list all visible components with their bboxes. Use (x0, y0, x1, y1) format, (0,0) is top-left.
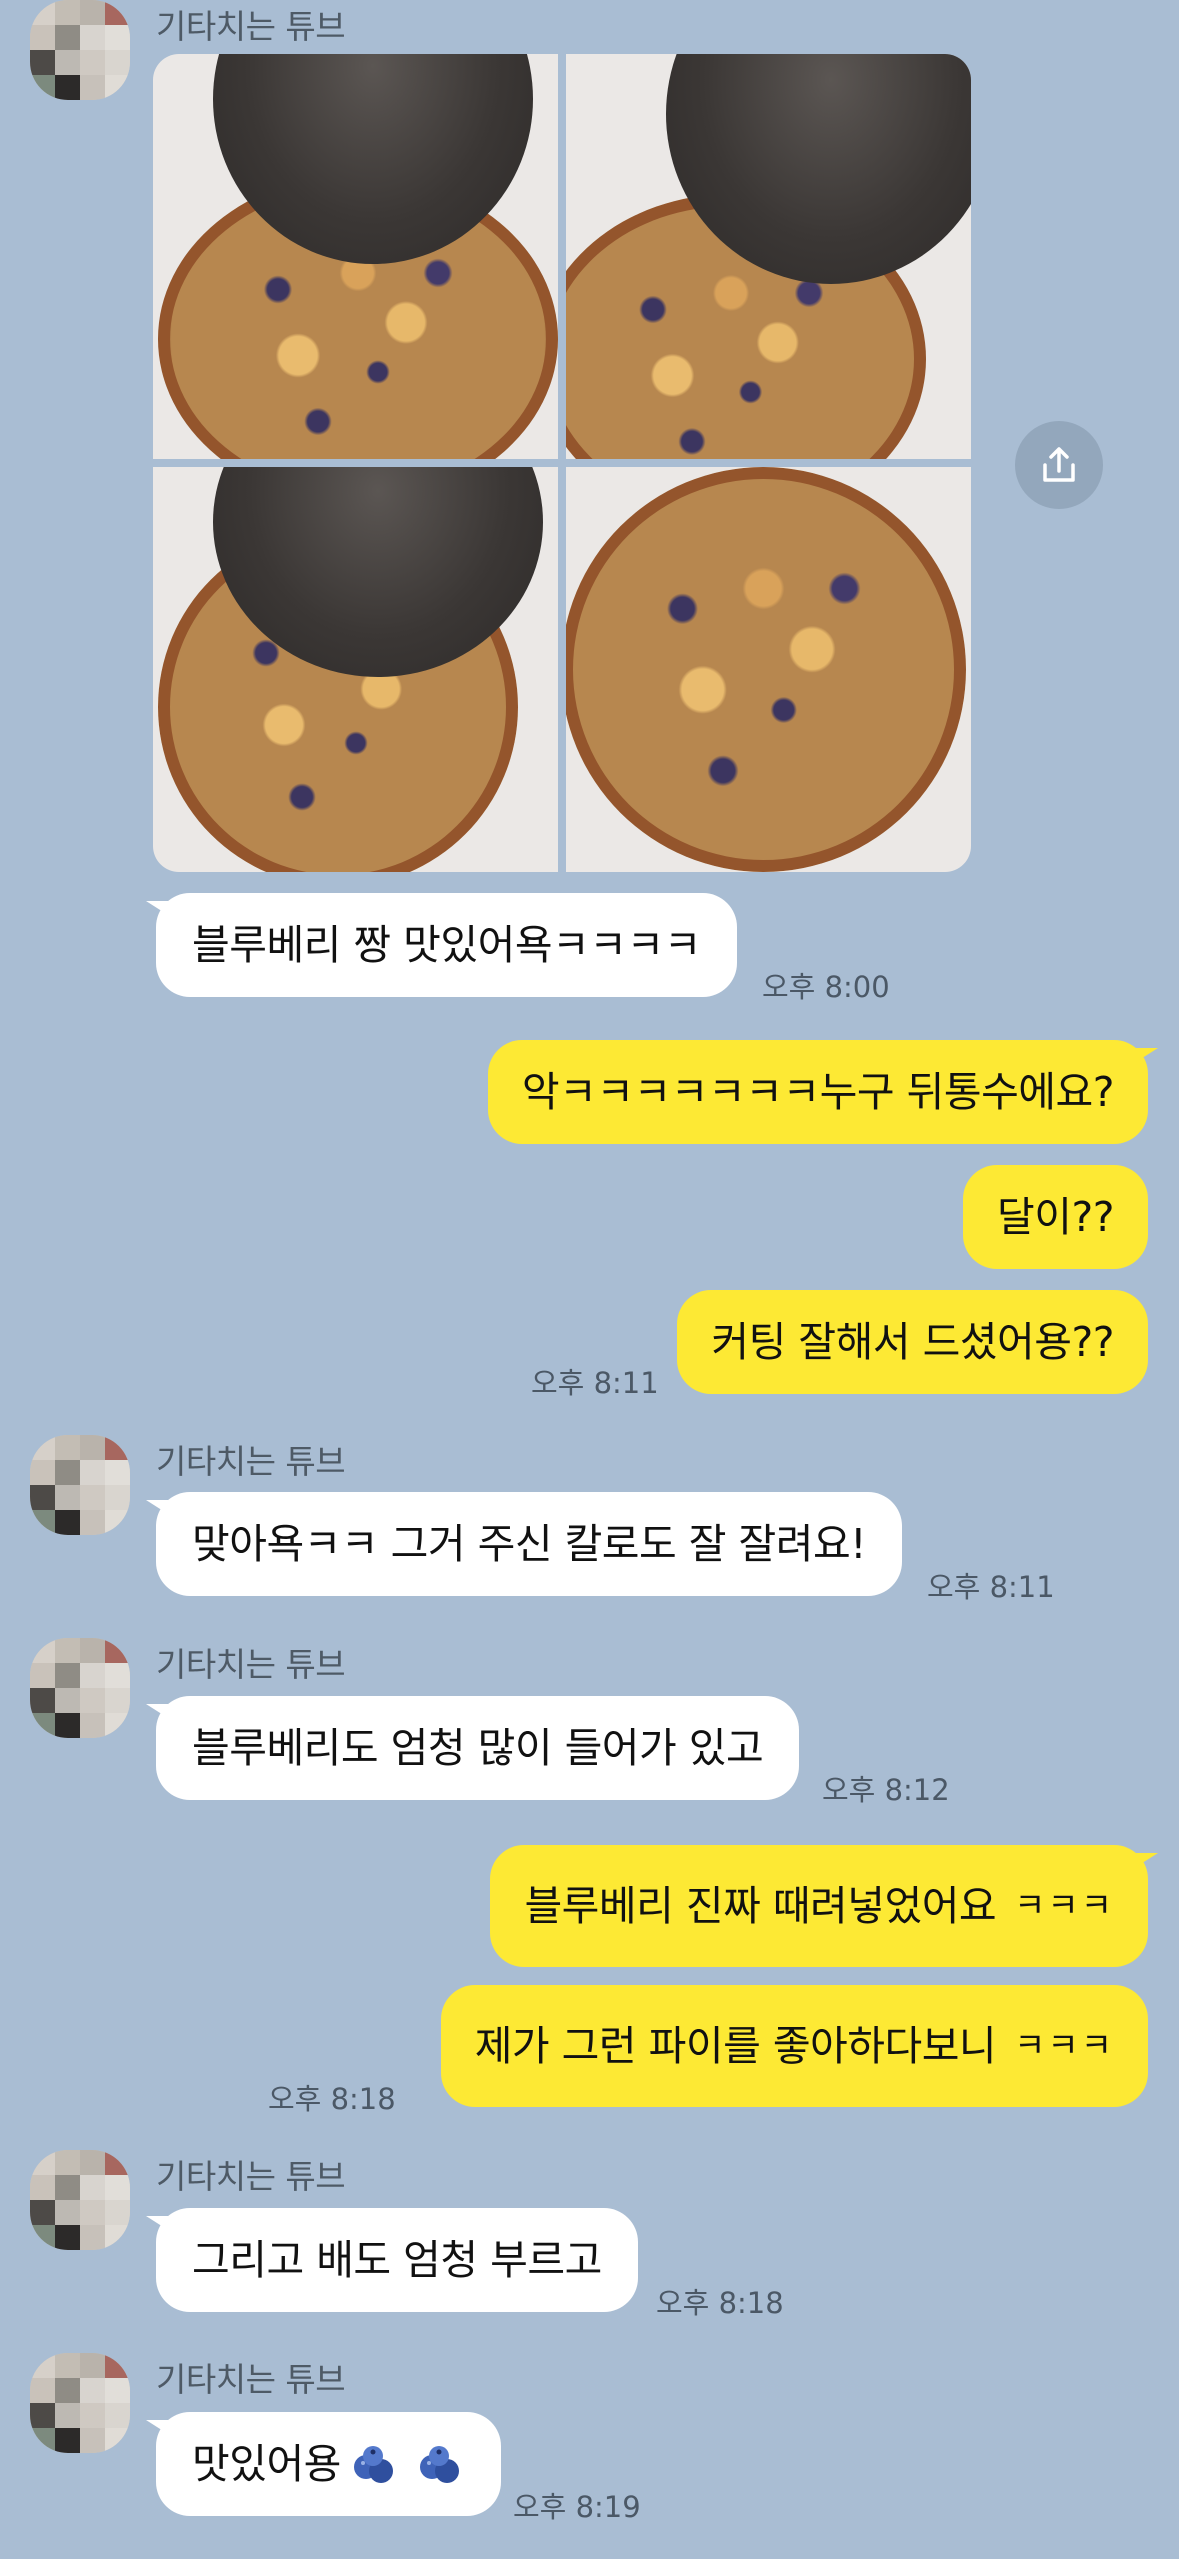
photo-cat-pie-1[interactable] (153, 54, 558, 459)
sender-name: 기타치는 튜브 (156, 2157, 346, 2196)
message-text: 그리고 배도 엄청 부르고 (192, 2235, 602, 2284)
message-bubble-in[interactable]: 맛있어용 (146, 2412, 501, 2516)
message-bubble-in[interactable]: 맞아욕ㅋㅋ 그거 주신 칼로도 잘 잘려요! (145, 1492, 903, 1596)
share-button[interactable] (1015, 421, 1103, 509)
photo-cat-pie-3[interactable] (153, 467, 558, 872)
sender-name: 기타치는 튜브 (156, 2360, 346, 2399)
blueberry-icon (353, 2446, 393, 2483)
timestamp: 오후 8:11 (927, 1570, 1055, 1604)
sender-name: 기타치는 튜브 (156, 1645, 346, 1684)
message-text: 블루베리 짱 맛있어욕ㅋㅋㅋㅋ (192, 920, 701, 969)
sender-name: 기타치는 튜브 (156, 1442, 346, 1481)
avatar[interactable] (30, 2353, 130, 2453)
photo-pie-4[interactable] (566, 467, 971, 872)
photo-grid[interactable] (153, 54, 971, 872)
avatar[interactable] (30, 1638, 130, 1738)
message-bubble-out[interactable]: 커팅 잘해서 드셨어용?? (677, 1290, 1148, 1394)
timestamp: 오후 8:12 (822, 1773, 950, 1807)
message-text: 악ㅋㅋㅋㅋㅋㅋㅋ누구 뒤통수에요? (521, 1067, 1115, 1116)
laugh-emoticon: ㅋㅋㅋ (1014, 1886, 1114, 1926)
timestamp: 오후 8:18 (268, 2082, 396, 2116)
message-text: 커팅 잘해서 드셨어용?? (711, 1317, 1114, 1366)
message-text: 맛있어용 (192, 2439, 341, 2488)
message-bubble-in[interactable]: 그리고 배도 엄청 부르고 (146, 2208, 638, 2312)
share-icon (1043, 447, 1075, 482)
avatar[interactable] (30, 2150, 130, 2250)
sender-name: 기타치는 튜브 (156, 7, 346, 46)
message-bubble-out[interactable]: 블루베리 진짜 때려넣었어요 ㅋㅋㅋ (490, 1845, 1158, 1967)
message-text: 블루베리도 엄청 많이 들어가 있고 (192, 1723, 764, 1772)
message-text: 달이?? (997, 1192, 1114, 1241)
message-bubble-in[interactable]: 블루베리도 엄청 많이 들어가 있고 (145, 1696, 800, 1800)
message-text: 맞아욕ㅋㅋ 그거 주신 칼로도 잘 잘려요! (192, 1519, 867, 1568)
timestamp: 오후 8:00 (762, 970, 890, 1004)
timestamp: 오후 8:19 (513, 2490, 641, 2524)
message-bubble-out[interactable]: 제가 그런 파이를 좋아하다보니 ㅋㅋㅋ (440, 1985, 1148, 2107)
avatar[interactable] (30, 0, 130, 100)
timestamp: 오후 8:18 (656, 2286, 784, 2320)
blueberry-icon (419, 2446, 459, 2483)
avatar[interactable] (30, 1435, 130, 1535)
message-bubble-out[interactable]: 악ㅋㅋㅋㅋㅋㅋㅋ누구 뒤통수에요? (487, 1040, 1159, 1144)
photo-cat-pie-2[interactable] (566, 54, 971, 459)
message-bubble-out[interactable]: 달이?? (963, 1165, 1148, 1269)
message-bubble-in[interactable]: 블루베리 짱 맛있어욕ㅋㅋㅋㅋ (146, 893, 737, 997)
message-text: 블루베리 진짜 때려넣었어요 (524, 1881, 997, 1930)
message-text: 제가 그런 파이를 좋아하다보니 (474, 2021, 997, 2070)
timestamp: 오후 8:11 (531, 1366, 659, 1400)
laugh-emoticon: ㅋㅋㅋ (1014, 2026, 1114, 2066)
